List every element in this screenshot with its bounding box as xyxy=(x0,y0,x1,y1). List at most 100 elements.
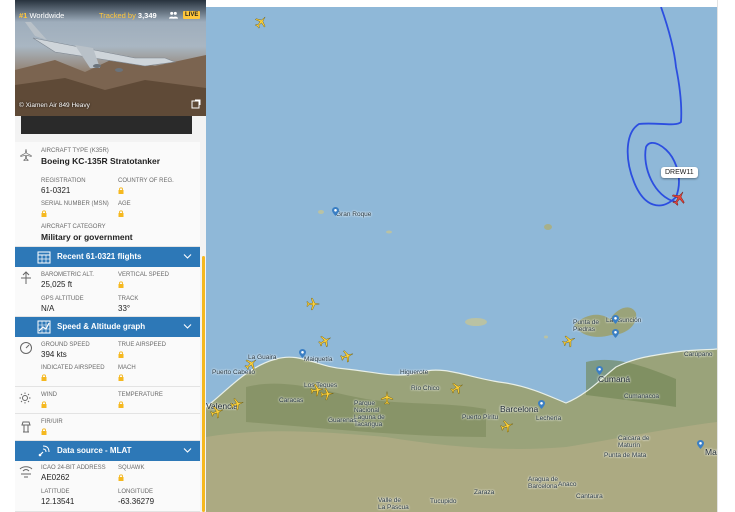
place-higuerote: Higuerote xyxy=(400,369,429,376)
weather-block: WIND TEMPERATURE xyxy=(15,387,200,414)
age-label: AGE xyxy=(118,201,131,207)
vertical-speed-label: VERTICAL SPEED xyxy=(118,272,170,278)
speedometer-icon xyxy=(20,342,32,354)
category-value: Military or government xyxy=(41,232,133,242)
chevron-down-icon[interactable] xyxy=(183,447,192,454)
aircraft-icon[interactable] xyxy=(306,297,320,311)
place-cantaura: Cantaura xyxy=(576,493,603,500)
aircraft-icon[interactable] xyxy=(319,386,334,401)
graph-icon xyxy=(37,320,51,334)
recent-flights-title: Recent 61-0321 flights xyxy=(57,252,142,261)
photo-credit[interactable]: © Xiamen Air 849 Heavy xyxy=(19,102,90,109)
place-caicara: Caicara de Maturín xyxy=(618,435,650,449)
place-guarenas: Guarenas xyxy=(328,417,357,424)
location-pin-icon[interactable] xyxy=(299,349,306,358)
fir-label: FIR/UIR xyxy=(41,419,63,425)
lock-icon[interactable] xyxy=(41,210,47,217)
place-aragua: Aragua de Barcelona xyxy=(528,476,558,490)
panel-scrollbar-thumb[interactable] xyxy=(202,256,205,512)
registration-value: 61-0321 xyxy=(41,186,71,195)
aircraft-type-label: AIRCRAFT TYPE (K35R) xyxy=(41,148,109,154)
country-label: COUNTRY OF REG. xyxy=(118,178,174,184)
speed-altitude-title: Speed & Altitude graph xyxy=(57,322,146,331)
place-gran-roque: Gran Roque xyxy=(336,211,372,218)
location-pin-icon[interactable] xyxy=(332,207,339,216)
lock-icon[interactable] xyxy=(118,210,124,217)
expand-photo-icon[interactable] xyxy=(191,99,201,109)
place-barcelona: Barcelona xyxy=(500,404,539,414)
lock-icon[interactable] xyxy=(118,281,124,288)
app-root: Gran Roque Punta de Piedras La Asunción C… xyxy=(0,0,735,512)
weather-sun-icon xyxy=(19,392,31,404)
chevron-down-icon[interactable] xyxy=(183,323,192,330)
lock-icon[interactable] xyxy=(41,374,47,381)
place-tucupido: Tucupido xyxy=(430,498,457,505)
gps-alt-label: GPS ALTITUDE xyxy=(41,296,84,302)
aircraft-type-value: Boeing KC-135R Stratotanker xyxy=(41,156,161,166)
place-anaco: Anaco xyxy=(558,481,577,488)
right-edge-strip xyxy=(717,0,735,512)
ground-speed-label: GROUND SPEED xyxy=(41,342,90,348)
temperature-label: TEMPERATURE xyxy=(118,392,163,398)
lock-icon[interactable] xyxy=(41,401,47,408)
true-airspeed-label: TRUE AIRSPEED xyxy=(118,342,167,348)
place-punta-piedras: Punta de Piedras xyxy=(573,319,600,333)
flight-map[interactable]: Gran Roque Punta de Piedras La Asunción C… xyxy=(206,7,717,512)
indicated-airspeed-label: INDICATED AIRSPEED xyxy=(41,365,105,371)
speed-altitude-section[interactable]: Speed & Altitude graph xyxy=(15,317,200,337)
location-pin-icon[interactable] xyxy=(538,400,545,409)
place-caracas: Caracas xyxy=(279,397,304,404)
aircraft-info-panel: #1 Worldwide Tracked by 3,349 LIVE © Xia… xyxy=(15,0,206,512)
altitude-icon xyxy=(21,271,31,284)
gps-alt-value: N/A xyxy=(41,304,55,313)
location-pin-icon[interactable] xyxy=(697,440,704,449)
recent-flights-section[interactable]: Recent 61-0321 flights xyxy=(15,247,200,267)
place-lecheria: Lechería xyxy=(536,415,562,422)
signal-icon xyxy=(38,445,50,457)
lock-icon[interactable] xyxy=(118,401,124,408)
place-rio-chico: Río Chico xyxy=(411,385,440,392)
data-source-title: Data source - MLAT xyxy=(57,446,132,455)
mach-label: MACH xyxy=(118,365,136,371)
map-top-strip xyxy=(206,0,717,7)
location-pin-icon[interactable] xyxy=(612,329,619,338)
lock-icon[interactable] xyxy=(41,428,47,435)
aircraft-info-block: AIRCRAFT TYPE (K35R) Boeing KC-135R Stra… xyxy=(15,142,200,247)
baro-alt-label: BAROMETRIC ALT. xyxy=(41,272,94,278)
place-zaraza: Zaraza xyxy=(474,489,495,496)
place-punta-mata: Punta de Mata xyxy=(604,452,647,459)
category-label: AIRCRAFT CATEGORY xyxy=(41,224,106,230)
tracked-by: Tracked by 3,349 xyxy=(99,11,157,20)
baro-alt-value: 25,025 ft xyxy=(41,280,73,289)
lock-icon[interactable] xyxy=(118,474,124,481)
place-puerto-piritu: Puerto Píritu xyxy=(462,414,499,421)
altitude-block: BAROMETRIC ALT. 25,025 ft VERTICAL SPEED… xyxy=(15,267,200,317)
source-block: ICAO 24-BIT ADDRESS AE0262 SQUAWK LATITU… xyxy=(15,461,200,512)
location-pin-icon[interactable] xyxy=(612,315,619,324)
place-cumanacoa: Cumanacoa xyxy=(624,393,660,400)
control-tower-icon xyxy=(21,421,31,433)
track-label: TRACK xyxy=(118,296,139,302)
users-icon xyxy=(169,11,178,19)
longitude-label: LONGITUDE xyxy=(118,489,154,495)
lock-icon[interactable] xyxy=(118,187,124,194)
place-maturin: Mat xyxy=(705,447,717,457)
callsign-tooltip[interactable]: DREW11 xyxy=(661,167,698,178)
speed-block: GROUND SPEED 394 kts TRUE AIRSPEED INDIC… xyxy=(15,337,200,387)
chevron-down-icon[interactable] xyxy=(183,253,192,260)
place-valle-pascua: Valle de La Pascua xyxy=(378,497,409,511)
airplane-icon xyxy=(20,149,32,161)
live-badge: LIVE xyxy=(183,11,201,19)
aircraft-photo[interactable]: #1 Worldwide Tracked by 3,349 LIVE © Xia… xyxy=(15,0,206,116)
wind-label: WIND xyxy=(41,392,57,398)
place-cumana: Cumaná xyxy=(598,374,631,384)
lock-icon[interactable] xyxy=(118,351,124,358)
fir-block: FIR/UIR xyxy=(15,414,200,441)
location-pin-icon[interactable] xyxy=(596,366,603,375)
data-source-section[interactable]: Data source - MLAT xyxy=(15,441,200,461)
ground-speed-value: 394 kts xyxy=(41,350,67,359)
rank-label: #1 Worldwide xyxy=(19,11,65,20)
place-carupano: Carúpano xyxy=(684,351,713,358)
lock-icon[interactable] xyxy=(118,374,124,381)
aircraft-icon[interactable] xyxy=(380,391,394,405)
